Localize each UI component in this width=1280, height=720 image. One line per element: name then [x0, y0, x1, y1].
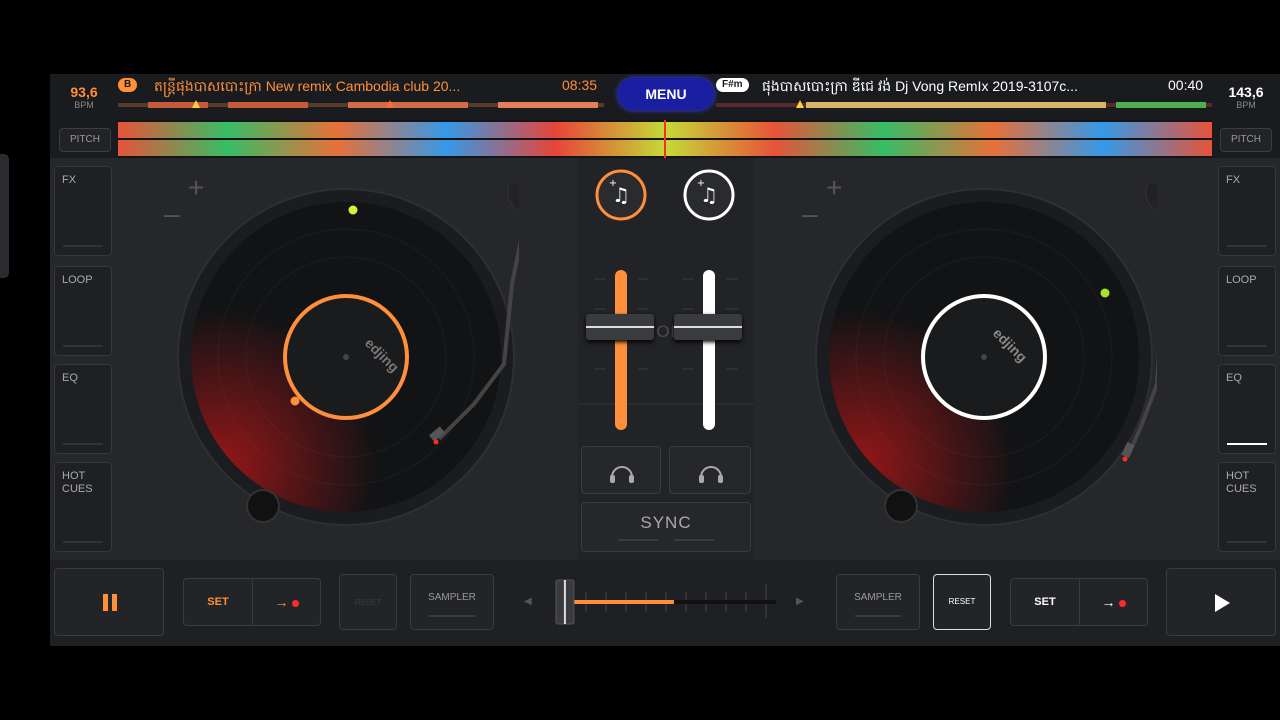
right-track-time: 00:40: [1168, 77, 1204, 93]
left-jump-button[interactable]: →: [253, 579, 321, 625]
left-fx-button[interactable]: FX: [54, 166, 112, 256]
left-set-button[interactable]: SET: [184, 579, 253, 625]
crossfader-fill: [573, 600, 674, 604]
crossfader[interactable]: [548, 578, 784, 626]
left-load-track-button[interactable]: ♫ +: [594, 168, 648, 222]
right-volume-fader[interactable]: [703, 262, 715, 430]
left-volume-level: [615, 270, 627, 430]
right-turntable[interactable]: edjing: [812, 184, 1157, 534]
right-hot-cues-button[interactable]: HOT CUES: [1218, 462, 1276, 552]
left-track-time: 08:35: [562, 77, 598, 93]
right-headphones-icon: [699, 466, 723, 483]
svg-text:+: +: [609, 178, 617, 189]
right-volume-level: [703, 270, 715, 430]
left-record-dot-icon: [292, 599, 300, 607]
right-bpm-unit: BPM: [1236, 100, 1256, 110]
right-sampler-label: SAMPLER: [854, 592, 902, 603]
right-fx-button[interactable]: FX: [1218, 166, 1276, 256]
top-bar: 93,6 BPM PITCH B តន្រ្តីផុងបាសបោះក្រា Ne…: [50, 74, 1280, 158]
right-loop-button[interactable]: LOOP: [1218, 266, 1276, 356]
left-eq-button[interactable]: EQ: [54, 364, 112, 454]
left-arrow-icon: →: [274, 594, 289, 610]
pause-icon: [103, 594, 117, 611]
right-volume-handle[interactable]: [674, 314, 742, 340]
left-pause-button[interactable]: [54, 568, 164, 636]
bottom-bar: SET → RESET SAMPLER ◀ ▶ SAMPLER RESET SE…: [50, 560, 1280, 646]
left-cues-label: CUES: [62, 483, 93, 495]
left-sampler-label: SAMPLER: [428, 592, 476, 603]
device-side-bar: [0, 154, 9, 278]
right-fx-label: FX: [1226, 174, 1241, 186]
left-sampler-button[interactable]: SAMPLER: [410, 574, 494, 630]
left-platter-knob: [246, 489, 280, 523]
right-eq-label: EQ: [1226, 372, 1242, 384]
right-loop-label: LOOP: [1226, 274, 1257, 286]
right-eq-button[interactable]: EQ: [1218, 364, 1276, 454]
left-volume-handle[interactable]: [586, 314, 654, 340]
right-sampler-button[interactable]: SAMPLER: [836, 574, 920, 630]
left-bpm-unit: BPM: [74, 100, 94, 110]
left-fx-label: FX: [62, 174, 77, 186]
left-hot-label: HOT: [62, 470, 86, 482]
left-loop-label: LOOP: [62, 274, 93, 286]
svg-text:+: +: [697, 178, 705, 189]
menu-button[interactable]: MENU: [618, 78, 714, 110]
left-cue-dot-orange: [290, 396, 300, 406]
right-key-badge: F#m: [716, 78, 749, 92]
right-track-title: ផុងបាសបោះក្រា ឌីជេ វង់ Dj Vong RemIx 201…: [762, 78, 1078, 94]
left-hot-cues-button[interactable]: HOT CUES: [54, 462, 112, 552]
left-volume-fader[interactable]: [615, 262, 627, 430]
dj-app: 93,6 BPM PITCH B តន្រ្តីផុងបាសបោះក្រា Ne…: [50, 74, 1280, 646]
left-loop-button[interactable]: LOOP: [54, 266, 112, 356]
crossfader-right-arrow-icon[interactable]: ▶: [796, 596, 804, 607]
crossfader-left-arrow-icon[interactable]: ◀: [524, 596, 532, 607]
sync-label: SYNC: [640, 513, 692, 532]
right-play-button[interactable]: [1166, 568, 1276, 636]
left-headphones-icon: [610, 466, 634, 483]
right-cues-label: CUES: [1226, 483, 1257, 495]
right-set-button[interactable]: SET: [1011, 579, 1080, 625]
left-eq-label: EQ: [62, 372, 78, 384]
right-headphone-button[interactable]: [669, 446, 751, 494]
left-key-badge: B: [118, 78, 138, 92]
left-bpm-value: 93,6: [70, 84, 98, 100]
left-pitch-button[interactable]: PITCH: [59, 128, 111, 152]
right-pitch-button[interactable]: PITCH: [1220, 128, 1272, 152]
right-reset-button[interactable]: RESET: [933, 574, 991, 630]
left-track-title: តន្រ្តីផុងបាសបោះក្រា New remix Cambodia …: [154, 78, 461, 94]
right-cue-set-group: SET →: [1010, 578, 1148, 626]
left-headphone-button[interactable]: [581, 446, 661, 494]
sync-button[interactable]: SYNC: [581, 502, 751, 552]
left-cue-set-group: SET →: [183, 578, 321, 626]
right-arrow-icon: →: [1101, 594, 1116, 610]
left-turntable[interactable]: edjing: [174, 184, 519, 534]
left-bpm-display: 93,6 BPM: [52, 84, 116, 110]
right-overview-waveform[interactable]: [716, 100, 1212, 110]
right-cue-dot-green: [1100, 288, 1110, 298]
right-hot-label: HOT: [1226, 470, 1250, 482]
right-jump-button[interactable]: →: [1080, 579, 1148, 625]
play-icon: [1215, 594, 1230, 612]
right-record-dot-icon: [1119, 599, 1127, 607]
right-bpm-display: 143,6 BPM: [1214, 84, 1278, 110]
left-cue-dot-yellow: [348, 205, 358, 215]
mixer-panel: ♫ + ♫ + VOL SYNC: [578, 158, 754, 560]
right-platter-knob: [884, 489, 918, 523]
left-reset-button[interactable]: RESET: [339, 574, 397, 630]
right-bpm-value: 143,6: [1228, 84, 1264, 100]
main-waveform[interactable]: [118, 120, 1212, 158]
left-overview-waveform[interactable]: [118, 100, 604, 110]
right-load-track-button[interactable]: ♫ +: [682, 168, 736, 222]
